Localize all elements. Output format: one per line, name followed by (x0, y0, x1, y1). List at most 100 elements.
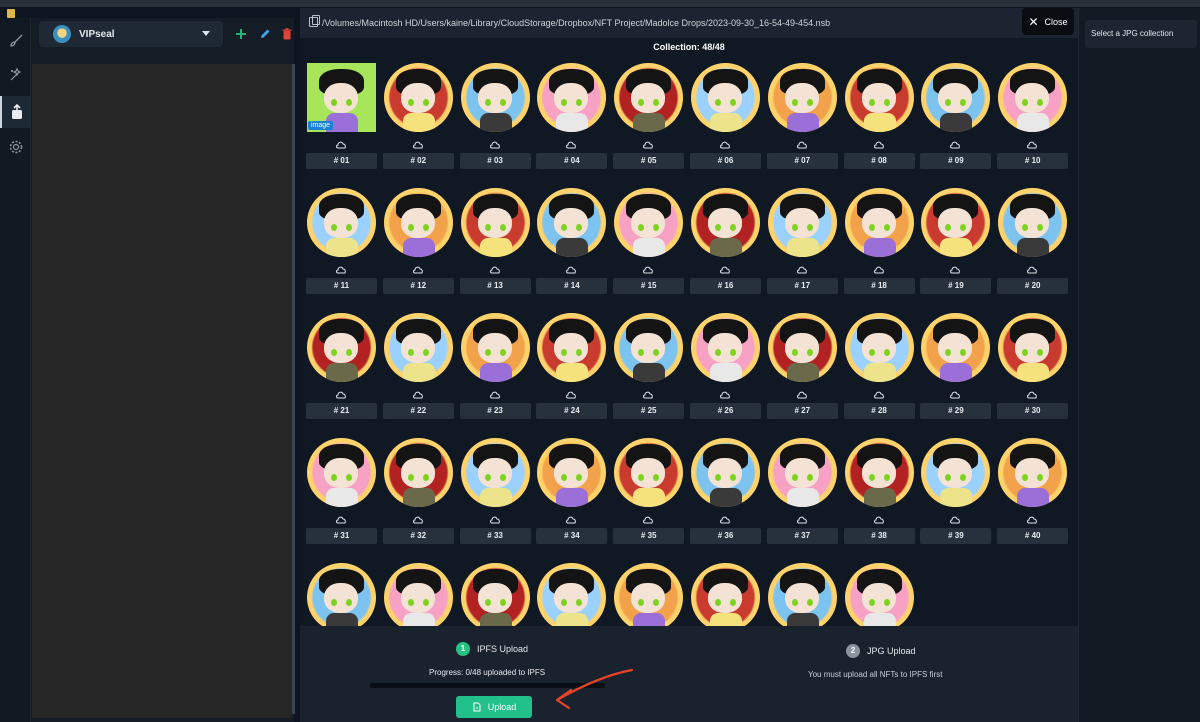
nft-card[interactable]: # 23 (459, 312, 531, 424)
nft-thumbnail[interactable] (307, 313, 376, 382)
nft-thumbnail[interactable] (307, 438, 376, 507)
nft-thumbnail[interactable] (614, 438, 684, 507)
nft-card[interactable]: # 04 (536, 62, 608, 174)
nft-thumbnail[interactable] (460, 563, 530, 632)
nft-card[interactable]: # 22 (382, 312, 454, 424)
rail-item-magic[interactable] (0, 59, 31, 91)
collection-selector[interactable]: VIPseal (39, 21, 223, 47)
nft-thumbnail[interactable] (383, 438, 453, 507)
nft-card[interactable] (383, 562, 454, 634)
nft-card[interactable]: # 26 (690, 312, 761, 424)
nft-thumbnail[interactable] (614, 63, 684, 132)
nft-card[interactable]: # 35 (613, 437, 685, 549)
nft-card[interactable]: # 39 (920, 437, 992, 549)
nft-thumbnail[interactable] (537, 313, 607, 382)
nft-card[interactable]: # 38 (843, 437, 915, 549)
nft-card[interactable]: # 40 (997, 437, 1069, 549)
nft-card[interactable]: # 12 (382, 187, 454, 299)
nft-thumbnail[interactable] (998, 63, 1068, 132)
nft-card[interactable]: # 11 (306, 187, 377, 299)
nft-card[interactable]: # 16 (690, 187, 761, 299)
nft-thumbnail[interactable] (383, 63, 453, 132)
nft-thumbnail[interactable] (844, 563, 914, 632)
trash-icon[interactable] (280, 27, 294, 41)
nft-thumbnail[interactable] (537, 63, 607, 132)
nft-card[interactable] (767, 562, 838, 634)
nft-thumbnail[interactable] (691, 188, 760, 257)
nft-thumbnail[interactable] (767, 63, 837, 132)
collection-list-area[interactable] (32, 64, 292, 718)
nft-card[interactable]: # 06 (690, 62, 761, 174)
nft-card[interactable]: # 10 (997, 62, 1069, 174)
close-button[interactable]: ✕ Close (1022, 8, 1074, 35)
nft-thumbnail[interactable] (767, 563, 837, 632)
nft-card[interactable]: # 15 (613, 187, 685, 299)
nft-thumbnail[interactable] (460, 438, 530, 507)
pencil-icon[interactable] (258, 27, 272, 41)
nft-thumbnail[interactable] (921, 438, 991, 507)
nft-card[interactable]: # 37 (766, 437, 838, 549)
scrollbar[interactable] (292, 64, 295, 714)
nft-card[interactable]: # 20 (997, 187, 1069, 299)
nft-thumbnail[interactable] (460, 188, 530, 257)
nft-thumbnail[interactable] (383, 563, 453, 632)
nft-card[interactable]: # 28 (843, 312, 915, 424)
nft-card[interactable]: # 17 (766, 187, 838, 299)
nft-thumbnail[interactable] (767, 438, 837, 507)
nft-thumbnail[interactable] (844, 438, 914, 507)
nft-card[interactable]: # 14 (536, 187, 608, 299)
nft-thumbnail[interactable] (998, 313, 1068, 382)
nft-card[interactable]: # 09 (920, 62, 992, 174)
nft-card[interactable]: # 36 (690, 437, 761, 549)
copy-icon[interactable] (309, 15, 320, 27)
nft-card[interactable] (613, 562, 684, 634)
nft-thumbnail[interactable] (460, 313, 530, 382)
nft-card[interactable] (460, 562, 531, 634)
nft-card[interactable]: # 29 (920, 312, 992, 424)
nft-thumbnail[interactable] (844, 63, 914, 132)
nft-thumbnail[interactable] (921, 188, 991, 257)
nft-thumbnail[interactable] (921, 63, 991, 132)
nft-thumbnail[interactable]: image (307, 63, 376, 132)
nft-card[interactable]: # 24 (536, 312, 608, 424)
nft-thumbnail[interactable] (307, 563, 376, 632)
nft-card[interactable] (536, 562, 607, 634)
nft-card[interactable]: # 21 (306, 312, 377, 424)
nft-card[interactable]: # 08 (843, 62, 915, 174)
rail-item-upload[interactable] (0, 96, 31, 128)
nft-thumbnail[interactable] (691, 563, 760, 632)
nft-thumbnail[interactable] (998, 188, 1068, 257)
nft-card[interactable]: # 32 (382, 437, 454, 549)
nft-thumbnail[interactable] (537, 563, 607, 632)
nft-card[interactable]: # 27 (766, 312, 838, 424)
nft-card[interactable]: image # 01 (306, 62, 377, 174)
nft-thumbnail[interactable] (537, 188, 607, 257)
nft-thumbnail[interactable] (767, 188, 837, 257)
nft-thumbnail[interactable] (691, 438, 760, 507)
nft-card[interactable]: # 33 (459, 437, 531, 549)
nft-card[interactable] (844, 562, 915, 634)
nft-thumbnail[interactable] (460, 63, 530, 132)
nft-card[interactable]: # 30 (997, 312, 1069, 424)
nft-thumbnail[interactable] (383, 313, 453, 382)
nft-thumbnail[interactable] (537, 438, 607, 507)
nft-thumbnail[interactable] (614, 188, 684, 257)
nft-card[interactable]: # 03 (459, 62, 531, 174)
rail-item-settings[interactable] (0, 131, 31, 163)
nft-card[interactable]: # 31 (306, 437, 377, 549)
nft-thumbnail[interactable] (614, 563, 684, 632)
nft-thumbnail[interactable] (614, 313, 684, 382)
nft-card[interactable]: # 34 (536, 437, 608, 549)
nft-card[interactable]: # 25 (613, 312, 685, 424)
nft-card[interactable] (306, 562, 377, 634)
nft-card[interactable]: # 19 (920, 187, 992, 299)
nft-thumbnail[interactable] (844, 313, 914, 382)
nft-card[interactable] (690, 562, 761, 634)
nft-card[interactable]: # 05 (613, 62, 685, 174)
nft-card[interactable]: # 02 (382, 62, 454, 174)
nft-thumbnail[interactable] (767, 313, 837, 382)
nft-thumbnail[interactable] (307, 188, 376, 257)
rail-item-brush[interactable] (0, 25, 31, 57)
nft-thumbnail[interactable] (998, 438, 1068, 507)
nft-thumbnail[interactable] (383, 188, 453, 257)
